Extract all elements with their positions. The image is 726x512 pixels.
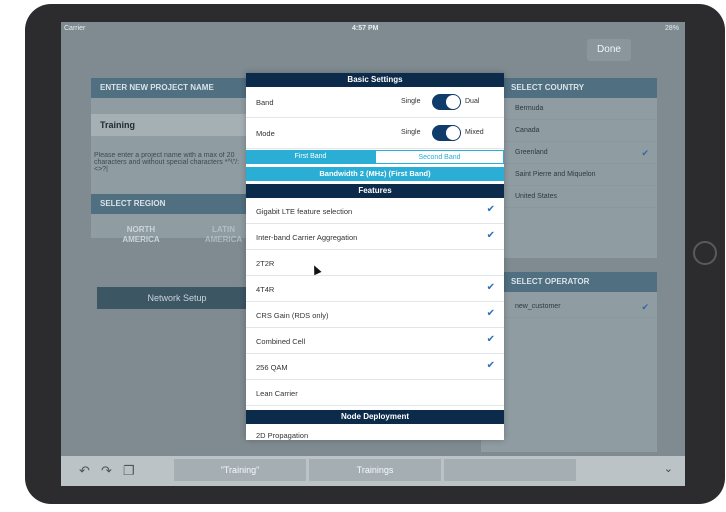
keyboard-shortcut-bar: ↶ ↷ ❐ "Training" Trainings ⌄ [61, 456, 685, 486]
country-row-bermuda[interactable]: Bermuda [481, 98, 657, 120]
feature-row[interactable]: 256 QAM ✔ [246, 354, 504, 380]
checkmark-icon: ✔ [641, 302, 649, 312]
node-deployment-label: 2D Propagation [256, 431, 309, 440]
toggle-knob [446, 95, 460, 109]
mode-single-label: Single [401, 129, 421, 136]
mode-label: Mode [256, 129, 275, 138]
features-header: Features [246, 184, 504, 198]
status-bar: Carrier 4:57 PM 28% [61, 22, 685, 36]
operator-row[interactable]: new_customer ✔ [481, 296, 657, 318]
region-section-header: SELECT REGION [91, 194, 256, 214]
network-setup-button[interactable]: Network Setup [97, 287, 257, 309]
checkmark-icon: ✔ [641, 148, 649, 158]
country-row-greenland[interactable]: Greenland ✔ [481, 142, 657, 164]
feature-row[interactable]: CRS Gain (RDS only) ✔ [246, 302, 504, 328]
band-toggle[interactable] [432, 94, 461, 110]
band-tabs: First Band Second Band [246, 150, 504, 164]
carrier-label: Carrier [64, 25, 86, 32]
band-label: Band [256, 98, 274, 107]
feature-label: 256 QAM [256, 363, 288, 372]
done-button[interactable]: Done [587, 39, 631, 61]
feature-label: Gigabit LTE feature selection [256, 207, 353, 216]
feature-row[interactable]: Gigabit LTE feature selection ✔ [246, 198, 504, 224]
country-row-canada[interactable]: Canada [481, 120, 657, 142]
feature-label: 4T4R [256, 285, 275, 294]
checkmark-icon: ✔ [486, 360, 495, 371]
country-label: Saint Pierre and Miquelon [515, 171, 596, 178]
checkmark-icon: ✔ [486, 230, 495, 241]
country-label: Bermuda [515, 105, 544, 112]
country-row-united-states[interactable]: United States [481, 186, 657, 208]
feature-label: CRS Gain (RDS only) [256, 311, 329, 320]
toggle-knob [446, 126, 460, 140]
country-section-header: SELECT COUNTRY [481, 78, 657, 98]
mode-row: Mode Single Mixed [246, 118, 504, 149]
feature-row[interactable]: Inter-band Carrier Aggregation ✔ [246, 224, 504, 250]
checkmark-icon: ✔ [486, 334, 495, 345]
feature-row[interactable]: 2T2R [246, 250, 504, 276]
paste-icon[interactable]: ❐ [123, 463, 135, 479]
feature-label: Lean Carrier [256, 389, 298, 398]
suggestion-3[interactable] [444, 459, 576, 481]
country-label: Canada [515, 127, 540, 134]
suggestion-1[interactable]: "Training" [174, 459, 306, 481]
country-row-saint-pierre[interactable]: Saint Pierre and Miquelon [481, 164, 657, 186]
country-label: Greenland [515, 149, 548, 156]
region-north-america[interactable]: NORTH AMERICA [111, 225, 171, 245]
undo-icon[interactable]: ↶ [79, 463, 90, 479]
suggestion-2[interactable]: Trainings [309, 459, 441, 481]
operator-label: new_customer [515, 303, 561, 310]
node-deployment-header: Node Deployment [246, 410, 504, 424]
project-hint: Please enter a project name with a max o… [94, 152, 240, 172]
region-latin-america[interactable]: LATIN AMERICA [196, 225, 251, 245]
feature-label: Inter-band Carrier Aggregation [256, 233, 358, 242]
project-name-input[interactable]: Training [91, 114, 256, 136]
mode-toggle[interactable] [432, 125, 461, 141]
feature-row[interactable]: 4T4R ✔ [246, 276, 504, 302]
feature-row[interactable]: Combined Cell ✔ [246, 328, 504, 354]
country-label: United States [515, 193, 558, 200]
band-dual-label: Dual [465, 98, 480, 105]
basic-settings-header: Basic Settings [246, 73, 504, 87]
checkmark-icon: ✔ [486, 204, 495, 215]
battery-indicator: 28% [664, 25, 679, 32]
operator-section-header: SELECT OPERATOR [481, 272, 657, 292]
bandwidth-bar[interactable]: Bandwidth 2 (MHz) (First Band) [246, 167, 504, 181]
screen: Carrier 4:57 PM 28% Done ENTER NEW PROJE… [61, 22, 685, 486]
tab-first-band[interactable]: First Band [246, 150, 375, 164]
chevron-down-icon[interactable]: ⌄ [664, 462, 673, 475]
feature-row[interactable]: Lean Carrier [246, 380, 504, 406]
node-deployment-row[interactable]: 2D Propagation [246, 426, 504, 440]
band-row: Band Single Dual [246, 87, 504, 118]
band-single-label: Single [401, 98, 421, 105]
clock: 4:57 PM [352, 25, 379, 32]
basic-settings-modal: Basic Settings Band Single Dual Mode Sin… [246, 73, 504, 440]
home-button[interactable] [693, 241, 717, 265]
tab-second-band[interactable]: Second Band [375, 150, 504, 164]
feature-label: 2T2R [256, 259, 275, 268]
checkmark-icon: ✔ [486, 308, 495, 319]
mode-mixed-label: Mixed [465, 129, 484, 136]
checkmark-icon: ✔ [486, 282, 495, 293]
redo-icon[interactable]: ↷ [101, 463, 112, 479]
feature-label: Combined Cell [256, 337, 306, 346]
project-section-header: ENTER NEW PROJECT NAME [91, 78, 256, 98]
